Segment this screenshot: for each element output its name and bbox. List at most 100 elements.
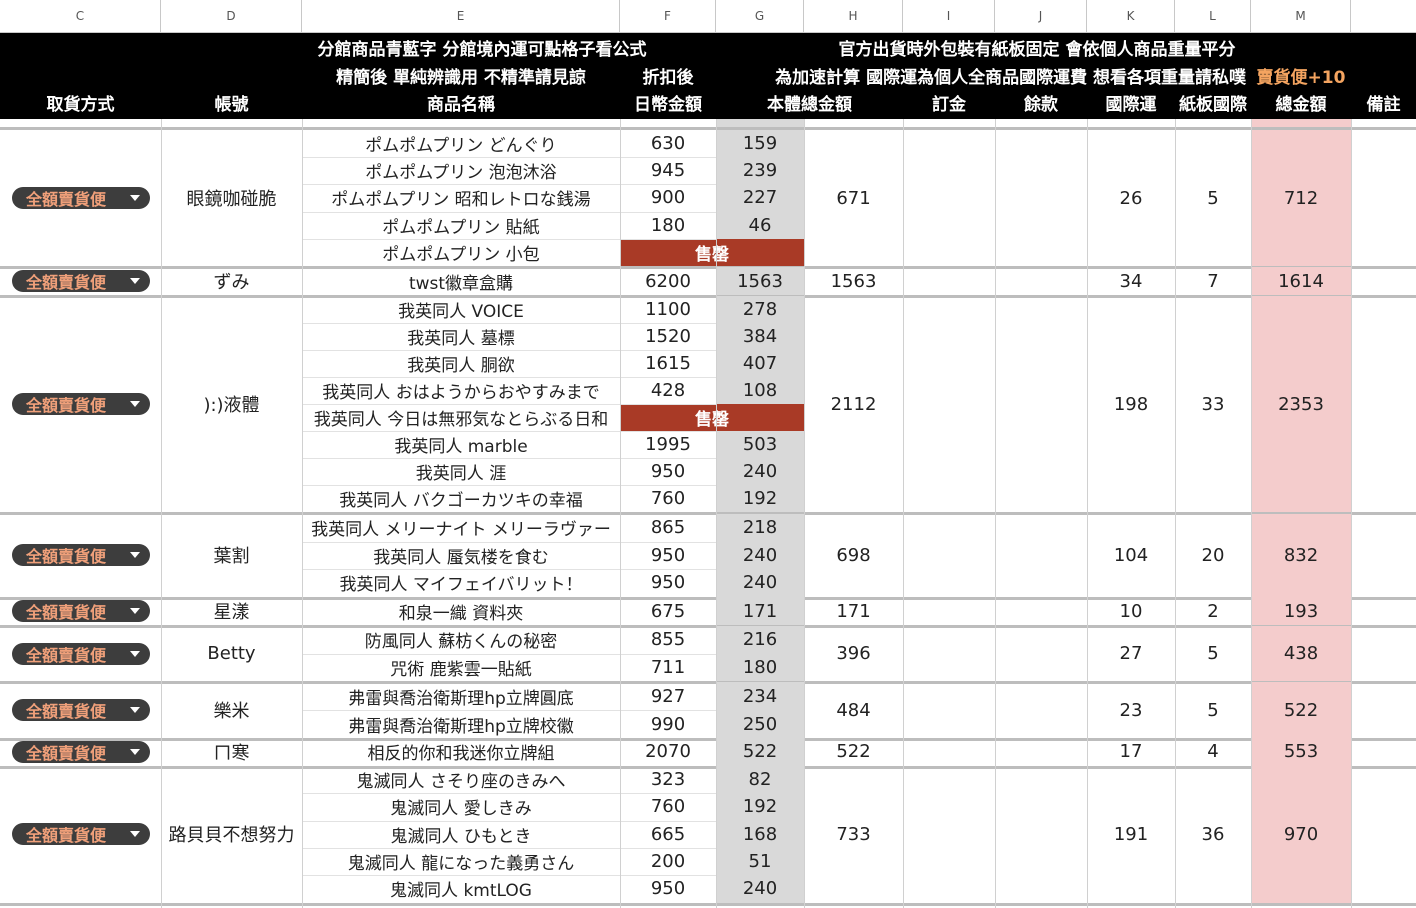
discounted-price-cell[interactable]: 503 [716, 431, 804, 458]
intl-shipping-cell[interactable]: 23 [1087, 682, 1175, 738]
discounted-price-cell[interactable]: 384 [716, 323, 804, 350]
sold-out-cell[interactable]: 售罄 [620, 404, 804, 431]
item-name-cell[interactable]: 我英同人 marble [302, 431, 620, 458]
balance-cell[interactable] [995, 766, 1087, 903]
jpy-price-cell[interactable]: 950 [620, 542, 716, 570]
jpy-price-cell[interactable]: 2070 [620, 738, 716, 766]
column-header-k[interactable]: K [1087, 0, 1175, 33]
discounted-price-cell[interactable]: 168 [716, 821, 804, 848]
discounted-price-cell[interactable]: 82 [716, 766, 804, 793]
header-account[interactable]: 帳號 [161, 89, 302, 115]
jpy-price-cell[interactable]: 180 [620, 212, 716, 239]
item-name-cell[interactable]: 我英同人 今日は無邪気なとらぶる日和 [302, 404, 620, 431]
subtotal-cell[interactable]: 733 [804, 766, 903, 903]
balance-cell[interactable] [995, 738, 1087, 766]
subtotal-cell[interactable]: 671 [804, 130, 903, 266]
discounted-price-cell[interactable]: 240 [716, 458, 804, 485]
discounted-price-cell[interactable]: 171 [716, 597, 804, 625]
intl-shipping-cell[interactable]: 10 [1087, 597, 1175, 625]
intl-shipping-cell[interactable]: 198 [1087, 296, 1175, 512]
column-header-i[interactable]: I [903, 0, 995, 33]
discounted-price-cell[interactable]: 51 [716, 848, 804, 875]
balance-cell[interactable] [995, 296, 1087, 512]
header-note-h2[interactable]: 為加速計算 國際運為個人全商品國際運費 想看各項重量請私噗 [720, 62, 1250, 88]
balance-cell[interactable] [995, 130, 1087, 266]
column-header-j[interactable]: J [995, 0, 1087, 33]
jpy-price-cell[interactable]: 990 [620, 710, 716, 738]
subtotal-cell[interactable]: 522 [804, 738, 903, 766]
pickup-method-dropdown[interactable]: 全額賣貨便 [12, 393, 150, 415]
item-name-cell[interactable]: ポムポムプリン 小包 [302, 239, 620, 266]
pickup-method-dropdown[interactable]: 全額賣貨便 [12, 600, 150, 622]
grand-total-cell[interactable]: 1614 [1251, 267, 1351, 295]
intl-shipping-cell[interactable]: 17 [1087, 738, 1175, 766]
balance-cell[interactable] [995, 514, 1087, 597]
discounted-price-cell[interactable]: 216 [716, 626, 804, 654]
jpy-price-cell[interactable]: 711 [620, 654, 716, 682]
grand-total-cell[interactable]: 2353 [1251, 296, 1351, 512]
intl-shipping-cell[interactable]: 191 [1087, 766, 1175, 903]
column-header-d[interactable]: D [161, 0, 302, 33]
jpy-price-cell[interactable]: 760 [620, 485, 716, 512]
discounted-price-cell[interactable]: 240 [716, 875, 804, 902]
discounted-price-cell[interactable]: 46 [716, 212, 804, 239]
discounted-price-cell[interactable]: 1563 [716, 267, 804, 295]
account-cell[interactable]: 眼鏡咖碰脆 [161, 130, 302, 266]
deposit-cell[interactable] [903, 130, 995, 266]
jpy-price-cell[interactable]: 1520 [620, 323, 716, 350]
item-name-cell[interactable]: 防風同人 蘇枋くんの秘密 [302, 626, 620, 654]
board-shipping-cell[interactable]: 5 [1175, 626, 1251, 681]
jpy-price-cell[interactable]: 630 [620, 130, 716, 157]
account-cell[interactable]: 星漾 [161, 597, 302, 625]
account-cell[interactable]: 樂米 [161, 682, 302, 738]
item-name-cell[interactable]: 鬼滅同人 さそり座のきみへ [302, 766, 620, 793]
jpy-price-cell[interactable]: 950 [620, 458, 716, 485]
discounted-price-cell[interactable]: 192 [716, 793, 804, 820]
discounted-price-cell[interactable]: 278 [716, 296, 804, 323]
account-cell[interactable]: ):)液體 [161, 296, 302, 512]
account-cell[interactable]: Betty [161, 626, 302, 681]
item-name-cell[interactable]: 我英同人 墓標 [302, 323, 620, 350]
jpy-price-cell[interactable]: 950 [620, 569, 716, 597]
subtotal-cell[interactable]: 396 [804, 626, 903, 681]
item-name-cell[interactable]: ポムポムプリン 昭和レトロな銭湯 [302, 184, 620, 211]
header-jpy[interactable]: 日幣金額 [620, 89, 716, 115]
jpy-price-cell[interactable]: 323 [620, 766, 716, 793]
pickup-method-dropdown[interactable]: 全額賣貨便 [12, 187, 150, 209]
column-header-n[interactable] [1351, 0, 1416, 33]
item-name-cell[interactable]: ポムポムプリン どんぐり [302, 130, 620, 157]
board-shipping-cell[interactable]: 7 [1175, 267, 1251, 295]
item-name-cell[interactable]: 弗雷與喬治衛斯理hp立牌校徽 [302, 710, 620, 738]
jpy-price-cell[interactable]: 1615 [620, 350, 716, 377]
board-shipping-cell[interactable]: 36 [1175, 766, 1251, 903]
item-name-cell[interactable]: 我英同人 メリーナイト メリーラヴァー [302, 514, 620, 542]
intl-shipping-cell[interactable]: 34 [1087, 267, 1175, 295]
jpy-price-cell[interactable]: 760 [620, 793, 716, 820]
balance-cell[interactable] [995, 682, 1087, 738]
discounted-price-cell[interactable]: 240 [716, 542, 804, 570]
discounted-price-cell[interactable]: 407 [716, 350, 804, 377]
balance-cell[interactable] [995, 597, 1087, 625]
item-name-cell[interactable]: 相反的你和我迷你立牌組 [302, 738, 620, 766]
subtotal-cell[interactable]: 2112 [804, 296, 903, 512]
account-cell[interactable]: ずみ [161, 267, 302, 295]
deposit-cell[interactable] [903, 682, 995, 738]
sold-out-cell[interactable]: 售罄 [620, 238, 804, 266]
account-cell[interactable]: 葉割 [161, 514, 302, 597]
column-header-f[interactable]: F [620, 0, 716, 33]
subtotal-cell[interactable]: 1563 [804, 267, 903, 295]
header-grand-total[interactable]: 總金額 [1251, 89, 1351, 115]
intl-shipping-cell[interactable]: 27 [1087, 626, 1175, 681]
grand-total-cell[interactable]: 712 [1251, 130, 1351, 266]
item-name-cell[interactable]: ポムポムプリン 貼紙 [302, 212, 620, 239]
jpy-price-cell[interactable]: 675 [620, 597, 716, 625]
item-name-cell[interactable]: 鬼滅同人 ひもとき [302, 821, 620, 848]
deposit-cell[interactable] [903, 296, 995, 512]
pickup-method-dropdown[interactable]: 全額賣貨便 [12, 740, 150, 763]
column-header-g[interactable]: G [716, 0, 804, 33]
item-name-cell[interactable]: 鬼滅同人 kmtLOG [302, 875, 620, 902]
column-header-h[interactable]: H [804, 0, 903, 33]
discounted-price-cell[interactable]: 239 [716, 157, 804, 184]
board-shipping-cell[interactable]: 5 [1175, 682, 1251, 738]
jpy-price-cell[interactable]: 950 [620, 875, 716, 902]
